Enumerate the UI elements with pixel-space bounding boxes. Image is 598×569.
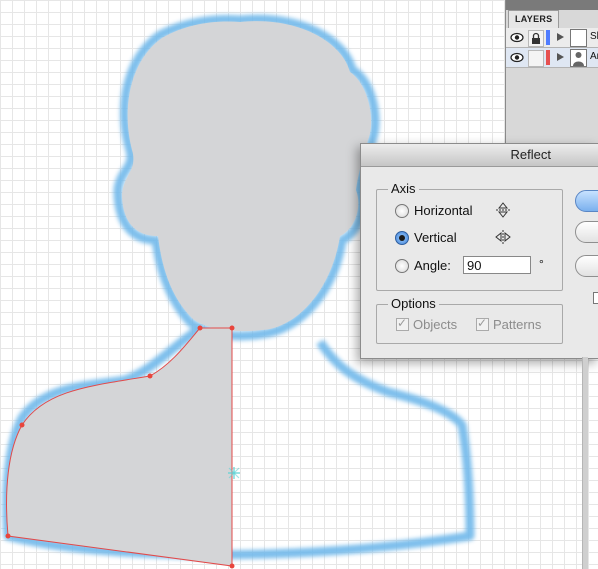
anchor-point[interactable] bbox=[147, 373, 153, 379]
expand-arrow-icon[interactable] bbox=[557, 53, 564, 61]
horizontal-radio[interactable] bbox=[395, 203, 409, 218]
layer-name[interactable]: Ar bbox=[590, 51, 598, 62]
preview-checkbox[interactable] bbox=[593, 292, 598, 304]
layers-tab-bar bbox=[506, 0, 598, 10]
reflect-dialog[interactable]: Reflect Axis Horizontal Vertical Angle: … bbox=[360, 143, 598, 359]
degree-symbol: ° bbox=[539, 257, 544, 271]
ok-button[interactable] bbox=[575, 190, 598, 212]
layers-panel[interactable]: LAYERS Sk Ar bbox=[505, 0, 598, 146]
vertical-radio[interactable] bbox=[395, 230, 409, 245]
head-shape[interactable] bbox=[122, 21, 372, 332]
angle-input[interactable] bbox=[463, 256, 531, 274]
patterns-label[interactable]: Patterns bbox=[493, 317, 541, 332]
objects-label[interactable]: Objects bbox=[413, 317, 457, 332]
patterns-checkbox-option[interactable]: Patterns bbox=[476, 316, 541, 332]
layer-row[interactable]: Sk bbox=[506, 28, 598, 48]
anchor-point[interactable] bbox=[229, 563, 235, 569]
patterns-checkbox[interactable] bbox=[476, 316, 489, 331]
reflect-vertical-icon bbox=[495, 230, 511, 244]
vertical-label[interactable]: Vertical bbox=[414, 230, 457, 245]
layer-row[interactable]: Ar bbox=[506, 48, 598, 68]
expand-arrow-icon[interactable] bbox=[557, 33, 564, 41]
options-group-label: Options bbox=[388, 296, 439, 311]
tab-layers[interactable]: LAYERS bbox=[508, 10, 560, 28]
lock-toggle[interactable] bbox=[528, 50, 544, 67]
lock-toggle[interactable] bbox=[528, 30, 544, 47]
horizontal-radio-option[interactable]: Horizontal bbox=[395, 203, 473, 218]
dialog-title[interactable]: Reflect bbox=[361, 144, 598, 167]
anchor-point[interactable] bbox=[197, 325, 203, 331]
anchor-point[interactable] bbox=[229, 325, 235, 331]
angle-radio-option[interactable]: Angle: bbox=[395, 258, 451, 273]
horizontal-label[interactable]: Horizontal bbox=[414, 203, 473, 218]
axis-group-label: Axis bbox=[388, 181, 419, 196]
reflect-origin-icon[interactable] bbox=[228, 467, 240, 479]
anchor-point[interactable] bbox=[19, 422, 25, 428]
layer-color-swatch bbox=[546, 30, 550, 45]
vertical-scrollbar[interactable] bbox=[582, 357, 588, 569]
anchor-point[interactable] bbox=[5, 533, 11, 539]
figure-thumbnail-icon bbox=[573, 52, 584, 66]
objects-checkbox[interactable] bbox=[396, 316, 409, 331]
layer-thumbnail bbox=[570, 49, 587, 67]
vertical-radio-option[interactable]: Vertical bbox=[395, 230, 457, 245]
layer-thumbnail bbox=[570, 29, 587, 47]
eye-icon[interactable] bbox=[510, 52, 524, 63]
angle-radio[interactable] bbox=[395, 258, 409, 273]
body-half-shape[interactable] bbox=[6, 328, 232, 566]
objects-checkbox-option[interactable]: Objects bbox=[396, 316, 457, 332]
angle-label[interactable]: Angle: bbox=[414, 258, 451, 273]
copy-button[interactable] bbox=[575, 255, 598, 277]
layer-name[interactable]: Sk bbox=[590, 31, 598, 42]
layer-color-swatch bbox=[546, 50, 550, 65]
reflect-horizontal-icon bbox=[496, 202, 510, 218]
cancel-button[interactable] bbox=[575, 221, 598, 243]
eye-icon[interactable] bbox=[510, 32, 524, 43]
lock-icon bbox=[532, 32, 540, 44]
